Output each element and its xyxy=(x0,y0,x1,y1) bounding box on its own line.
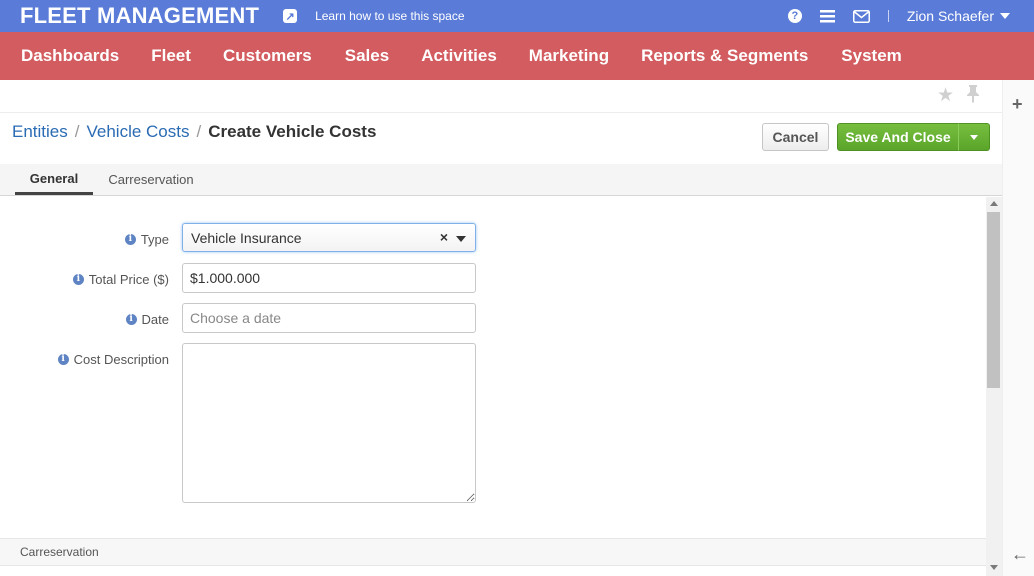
tab-bar: General Carreservation xyxy=(0,164,1002,196)
chevron-down-icon[interactable] xyxy=(456,236,466,242)
date-label-text: Date xyxy=(141,312,169,327)
page-title: Create Vehicle Costs xyxy=(208,122,377,141)
save-and-close-button[interactable]: Save And Close xyxy=(837,123,959,151)
breadcrumb: Entities / Vehicle Costs / Create Vehicl… xyxy=(12,122,376,142)
type-select[interactable]: Vehicle Insurance × xyxy=(182,223,476,252)
help-icon[interactable]: ? xyxy=(787,9,802,23)
star-icon[interactable]: ★ xyxy=(937,84,954,109)
pin-icon[interactable] xyxy=(966,84,980,109)
tab-carreservation[interactable]: Carreservation xyxy=(95,164,207,195)
section-content xyxy=(0,565,986,576)
plus-icon[interactable]: + xyxy=(1012,94,1023,115)
type-label: i Type xyxy=(124,232,169,247)
divider xyxy=(887,10,889,22)
scrollbar-thumb[interactable] xyxy=(987,212,1000,388)
clear-icon[interactable]: × xyxy=(440,229,448,245)
date-input[interactable] xyxy=(182,303,476,333)
section-title: Carreservation xyxy=(20,545,99,559)
learn-link[interactable]: Learn how to use this space xyxy=(315,9,464,23)
page-actions: ★ xyxy=(937,84,980,109)
user-name: Zion Schaefer xyxy=(906,8,994,24)
breadcrumb-separator: / xyxy=(74,122,80,141)
total-price-label: i Total Price ($) xyxy=(72,272,169,287)
cost-description-textarea[interactable] xyxy=(182,343,476,503)
right-sidebar-rail: + ← xyxy=(1002,80,1034,576)
cancel-button[interactable]: Cancel xyxy=(762,123,829,151)
breadcrumb-link-entities[interactable]: Entities xyxy=(12,122,68,142)
nav-item-sales[interactable]: Sales xyxy=(345,46,389,66)
tab-general[interactable]: General xyxy=(15,164,93,195)
save-options-dropdown-button[interactable] xyxy=(958,123,990,151)
arrow-left-icon[interactable]: ← xyxy=(1011,544,1029,565)
section-header-carreservation: Carreservation xyxy=(0,538,986,565)
nav-item-fleet[interactable]: Fleet xyxy=(151,46,191,66)
nav-item-dashboards[interactable]: Dashboards xyxy=(21,46,119,66)
type-label-text: Type xyxy=(140,232,169,247)
chevron-down-icon xyxy=(1000,13,1010,19)
type-select-value: Vehicle Insurance xyxy=(191,229,302,246)
total-price-label-text: Total Price ($) xyxy=(88,272,169,287)
scroll-down-arrow-icon[interactable] xyxy=(990,565,998,570)
nav-item-marketing[interactable]: Marketing xyxy=(529,46,609,66)
breadcrumb-separator: / xyxy=(196,122,202,141)
nav-item-system[interactable]: System xyxy=(841,46,901,66)
info-icon[interactable]: i xyxy=(72,274,84,285)
top-bar: FLEET MANAGEMENT ↗ Learn how to use this… xyxy=(0,0,1034,32)
top-right-tools: ? Zion Schaefer xyxy=(787,0,1034,32)
info-icon[interactable]: i xyxy=(124,234,136,245)
mail-icon[interactable] xyxy=(852,9,870,23)
date-label: i Date xyxy=(125,312,169,327)
info-icon[interactable]: i xyxy=(57,354,69,365)
nav-item-activities[interactable]: Activities xyxy=(421,46,497,66)
share-icon[interactable]: ↗ xyxy=(283,9,298,23)
chevron-down-icon xyxy=(970,134,978,140)
divider xyxy=(0,112,1002,113)
app-title[interactable]: FLEET MANAGEMENT xyxy=(20,3,259,29)
info-icon[interactable]: i xyxy=(125,314,137,325)
cost-description-label: i Cost Description xyxy=(57,352,169,367)
main-nav: Dashboards Fleet Customers Sales Activit… xyxy=(0,32,1034,80)
nav-item-reports-segments[interactable]: Reports & Segments xyxy=(641,46,808,66)
total-price-input[interactable] xyxy=(182,263,476,293)
scroll-up-arrow-icon[interactable] xyxy=(990,201,998,206)
cost-description-label-text: Cost Description xyxy=(73,352,169,367)
nav-item-customers[interactable]: Customers xyxy=(223,46,312,66)
list-icon[interactable] xyxy=(819,9,835,23)
breadcrumb-link-vehicle-costs[interactable]: Vehicle Costs xyxy=(86,122,189,142)
user-menu[interactable]: Zion Schaefer xyxy=(907,8,1010,24)
